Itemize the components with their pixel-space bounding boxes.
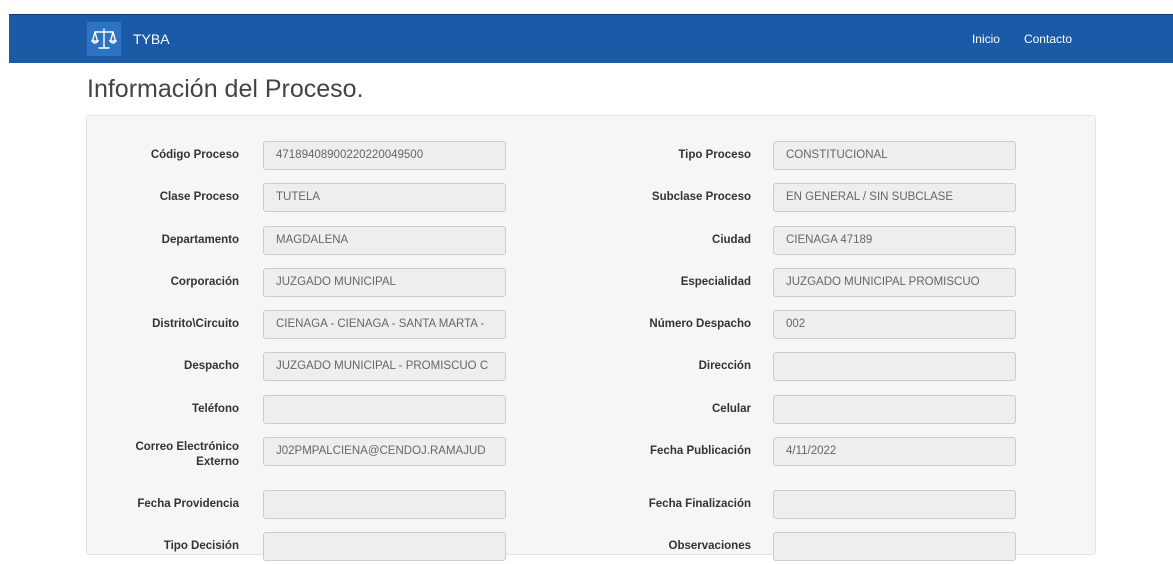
nav-link-inicio[interactable]: Inicio — [972, 32, 1000, 46]
field-label-observaciones: Observaciones — [668, 540, 751, 552]
tipo-proceso-field[interactable]: CONSTITUCIONAL — [773, 141, 1016, 170]
observaciones-field[interactable] — [773, 532, 1016, 561]
form-row: Código Proceso 47189408900220220049500 T… — [87, 141, 1097, 173]
field-label-correo-electronico-externo: Correo Electrónico Externo — [135, 441, 239, 468]
distrito-circuito-field[interactable]: CIENAGA - CIENAGA - SANTA MARTA - — [263, 310, 506, 339]
celular-field[interactable] — [773, 395, 1016, 424]
field-label-codigo-proceso: Código Proceso — [150, 149, 239, 161]
nav-link-contacto[interactable]: Contacto — [1024, 32, 1072, 46]
top-navbar: TYBA Inicio Contacto — [9, 14, 1173, 63]
brand-name[interactable]: TYBA — [133, 31, 170, 47]
form-row: Teléfono Celular — [87, 395, 1097, 427]
field-label-direccion: Dirección — [698, 360, 751, 372]
field-label-fecha-providencia: Fecha Providencia — [137, 498, 239, 510]
clase-proceso-field[interactable]: TUTELA — [263, 183, 506, 212]
form-row: Distrito\Circuito CIENAGA - CIENAGA - SA… — [87, 310, 1097, 342]
direccion-field[interactable] — [773, 352, 1016, 381]
field-label-departamento: Departamento — [161, 234, 239, 246]
ciudad-field[interactable]: CIENAGA 47189 — [773, 226, 1016, 255]
field-label-ciudad: Ciudad — [712, 234, 751, 246]
field-label-celular: Celular — [712, 403, 751, 415]
field-label-telefono: Teléfono — [191, 403, 239, 415]
tipo-decision-field[interactable] — [263, 532, 506, 561]
scales-of-justice-icon — [87, 22, 121, 56]
process-info-panel: Código Proceso 47189408900220220049500 T… — [86, 115, 1097, 561]
corporacion-field[interactable]: JUZGADO MUNICIPAL — [263, 268, 506, 297]
window-top-strip — [0, 0, 1173, 14]
brand[interactable]: TYBA — [87, 21, 170, 57]
nav-links: Inicio Contacto — [948, 15, 1072, 63]
field-label-subclase-proceso: Subclase Proceso — [651, 191, 751, 203]
subclase-proceso-field[interactable]: EN GENERAL / SIN SUBCLASE — [773, 183, 1016, 212]
despacho-field[interactable]: JUZGADO MUNICIPAL - PROMISCUO C — [263, 352, 506, 381]
especialidad-field[interactable]: JUZGADO MUNICIPAL PROMISCUO — [773, 268, 1016, 297]
departamento-field[interactable]: MAGDALENA — [263, 226, 506, 255]
correo-electronico-field[interactable]: J02PMPALCIENA@CENDOJ.RAMAJUD — [263, 437, 506, 466]
form-row: Corporación JUZGADO MUNICIPAL Especialid… — [87, 268, 1097, 300]
form-row: Fecha Providencia Fecha Finalización — [87, 490, 1097, 522]
fecha-publicacion-field[interactable]: 4/11/2022 — [773, 437, 1016, 466]
codigo-proceso-field[interactable]: 47189408900220220049500 — [263, 141, 506, 170]
fecha-providencia-field[interactable] — [263, 490, 506, 519]
field-label-numero-despacho: Número Despacho — [649, 318, 751, 330]
numero-despacho-field[interactable]: 002 — [773, 310, 1016, 339]
field-label-tipo-proceso: Tipo Proceso — [678, 149, 751, 161]
page-title: Información del Proceso. — [87, 75, 364, 103]
field-label-despacho: Despacho — [184, 360, 239, 372]
form-row: Departamento MAGDALENA Ciudad CIENAGA 47… — [87, 226, 1097, 258]
field-label-clase-proceso: Clase Proceso — [159, 191, 239, 203]
form-row: Clase Proceso TUTELA Subclase Proceso EN… — [87, 183, 1097, 215]
field-label-corporacion: Corporación — [170, 276, 239, 288]
field-label-distrito-circuito: Distrito\Circuito — [152, 318, 239, 330]
form-row: Tipo Decisión Observaciones — [87, 532, 1097, 564]
field-label-especialidad: Especialidad — [680, 276, 751, 288]
fecha-finalizacion-field[interactable] — [773, 490, 1016, 519]
telefono-field[interactable] — [263, 395, 506, 424]
field-label-tipo-decision: Tipo Decisión — [163, 540, 239, 552]
form-row: Despacho JUZGADO MUNICIPAL - PROMISCUO C… — [87, 352, 1097, 384]
form-row: Correo Electrónico Externo J02PMPALCIENA… — [87, 437, 1097, 469]
field-label-fecha-finalizacion: Fecha Finalización — [648, 498, 751, 510]
field-label-fecha-publicacion: Fecha Publicación — [650, 445, 751, 457]
